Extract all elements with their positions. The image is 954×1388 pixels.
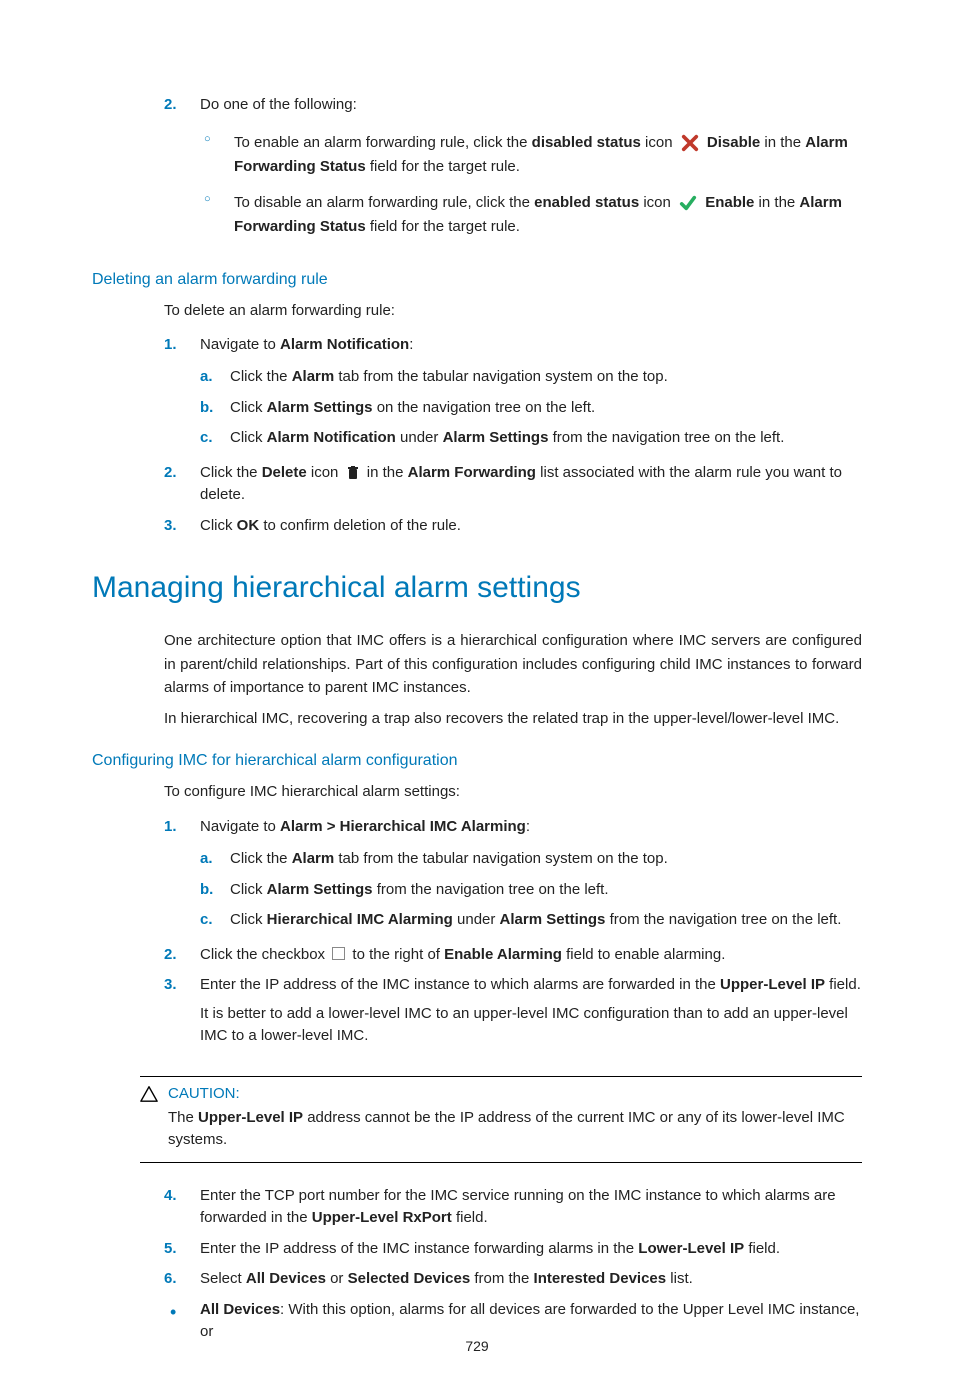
delete-step-1: 1. Navigate to Alarm Notification: a. Cl…	[164, 330, 862, 458]
conf-step-3: 3. Enter the IP address of the IMC insta…	[164, 970, 862, 1058]
caution-body: The Upper-Level IP address cannot be the…	[168, 1107, 862, 1152]
enable-icon	[679, 194, 697, 212]
delete-step-1a: a. Click the Alarm tab from the tabular …	[200, 362, 862, 393]
conf-step-4: 4. Enter the TCP port number for the IMC…	[164, 1181, 862, 1234]
conf-step-6: 6. Select All Devices or Selected Device…	[164, 1264, 862, 1295]
delete-step-3: 3. Click OK to confirm deletion of the r…	[164, 511, 862, 542]
disable-rule-bullet: To disable an alarm forwarding rule, cli…	[200, 185, 862, 245]
step-text: Do one of the following:	[200, 96, 357, 113]
conf-step-1a: a. Click the Alarm tab from the tabular …	[200, 844, 862, 875]
caution-header: CAUTION:	[140, 1085, 862, 1103]
delete-step-1c: c. Click Alarm Notification under Alarm …	[200, 423, 862, 454]
conf-step-1: 1. Navigate to Alarm > Hierarchical IMC …	[164, 812, 862, 940]
step-2-bullets: To enable an alarm forwarding rule, clic…	[200, 125, 862, 245]
conf-step-1b: b. Click Alarm Settings from the navigat…	[200, 875, 862, 906]
conf-step-1c: c. Click Hierarchical IMC Alarming under…	[200, 905, 862, 936]
delete-step-2: 2. Click the Delete icon in the Alarm Fo…	[164, 458, 862, 511]
conf-steps: 1. Navigate to Alarm > Hierarchical IMC …	[164, 812, 862, 1058]
step-2: 2. Do one of the following: To enable an…	[164, 90, 862, 249]
delete-step-1-sub: a. Click the Alarm tab from the tabular …	[200, 362, 862, 454]
caution-label: CAUTION:	[168, 1085, 240, 1102]
section-conf-title: Configuring IMC for hierarchical alarm c…	[92, 752, 862, 770]
conf-step-2: 2. Click the checkbox to the right of En…	[164, 940, 862, 971]
caution-box: CAUTION: The Upper-Level IP address cann…	[140, 1076, 862, 1163]
page-number: 729	[0, 1338, 954, 1354]
section-hier-title: Managing hierarchical alarm settings	[92, 571, 862, 605]
hier-p2: In hierarchical IMC, recovering a trap a…	[164, 707, 862, 730]
conf-intro: To configure IMC hierarchical alarm sett…	[164, 780, 862, 803]
conf-step-5: 5. Enter the IP address of the IMC insta…	[164, 1234, 862, 1265]
delete-step-1b: b. Click Alarm Settings on the navigatio…	[200, 393, 862, 424]
step-marker: 2.	[164, 94, 177, 117]
disable-icon	[681, 134, 699, 152]
hier-p1: One architecture option that IMC offers …	[164, 629, 862, 699]
conf-steps-continued: 4. Enter the TCP port number for the IMC…	[164, 1181, 862, 1295]
section-delete-title: Deleting an alarm forwarding rule	[92, 271, 862, 289]
section-delete-intro: To delete an alarm forwarding rule:	[164, 299, 862, 322]
delete-icon	[347, 466, 359, 480]
top-step-list: 2. Do one of the following: To enable an…	[164, 90, 862, 249]
enable-rule-bullet: To enable an alarm forwarding rule, clic…	[200, 125, 862, 185]
checkbox-icon	[332, 947, 345, 960]
conf-step-3-note: It is better to add a lower-level IMC to…	[200, 1003, 862, 1048]
delete-steps: 1. Navigate to Alarm Notification: a. Cl…	[164, 330, 862, 542]
caution-icon	[140, 1085, 158, 1103]
conf-step-1-sub: a. Click the Alarm tab from the tabular …	[200, 844, 862, 936]
